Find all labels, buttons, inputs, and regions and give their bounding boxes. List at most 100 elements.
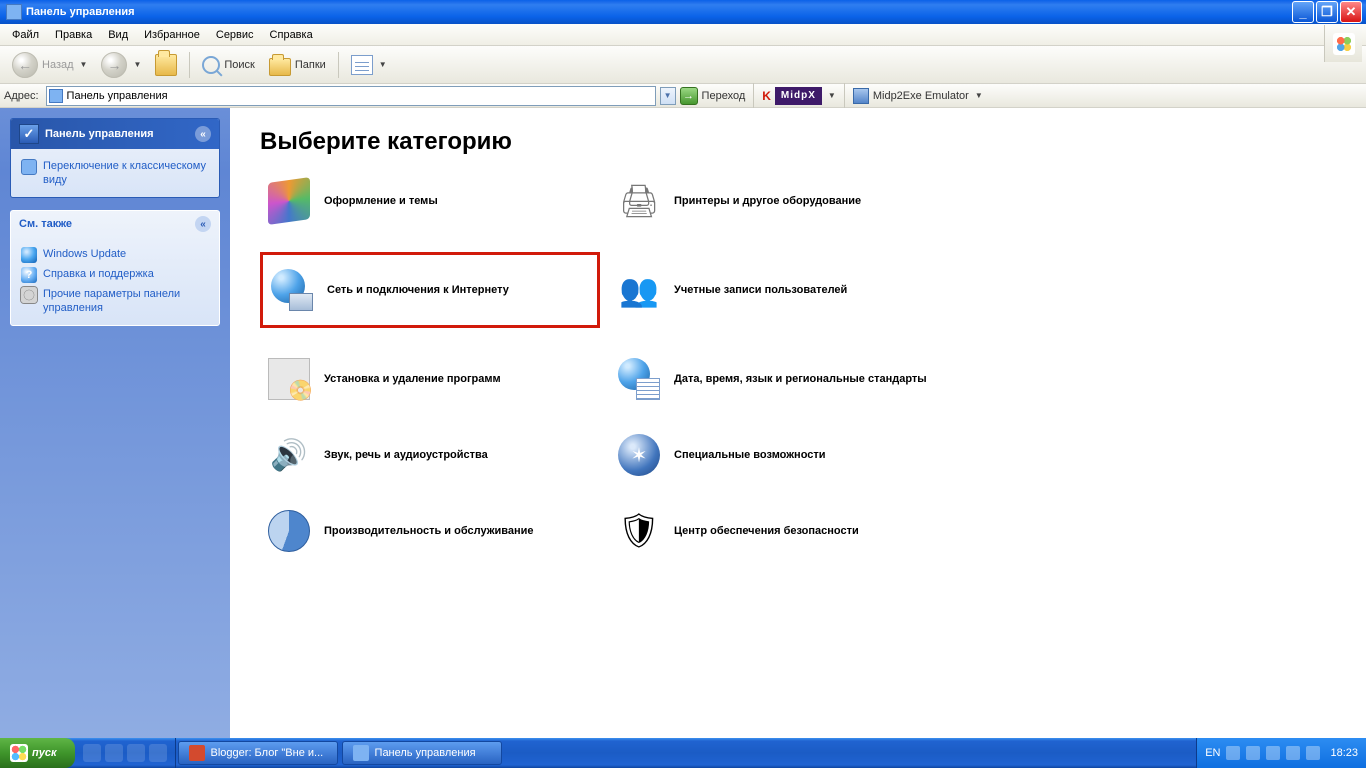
tray-icon[interactable]: [1246, 746, 1260, 760]
taskbar-item-label: Панель управления: [375, 747, 476, 759]
category-printers[interactable]: Принтеры и другое оборудование: [610, 176, 970, 226]
category-add-remove[interactable]: Установка и удаление программ: [260, 354, 600, 404]
category-sound[interactable]: Звук, речь и аудиоустройства: [260, 430, 600, 480]
collapse-icon[interactable]: «: [195, 126, 211, 142]
category-label: Принтеры и другое оборудование: [674, 195, 861, 207]
address-bar: Адрес: Панель управления ▼ → Переход K M…: [0, 84, 1366, 108]
views-button[interactable]: ▼: [345, 52, 393, 78]
start-button[interactable]: пуск: [0, 738, 75, 768]
collapse-icon[interactable]: «: [195, 216, 211, 232]
help-support-link[interactable]: ? Справка и поддержка: [21, 265, 209, 285]
category-label: Звук, речь и аудиоустройства: [324, 449, 488, 461]
control-panel-section-title: Панель управления: [45, 128, 154, 140]
tray-icon[interactable]: [1286, 746, 1300, 760]
category-accessibility[interactable]: ✶ Специальные возможности: [610, 430, 970, 480]
taskbar-item-blogger[interactable]: Blogger: Блог "Вне и...: [178, 741, 338, 765]
address-input[interactable]: Панель управления: [46, 86, 656, 106]
shield-icon: [618, 510, 660, 552]
tray-icon[interactable]: [1226, 746, 1240, 760]
emulator-dropdown-icon[interactable]: ▼: [975, 91, 983, 100]
search-button[interactable]: Поиск: [196, 53, 260, 77]
emulator-button[interactable]: Midp2Exe Emulator: [873, 90, 969, 102]
menu-tools[interactable]: Сервис: [208, 27, 262, 43]
category-performance[interactable]: Производительность и обслуживание: [260, 506, 600, 556]
windows-update-label: Windows Update: [43, 247, 126, 261]
maximize-button[interactable]: ❐: [1316, 1, 1338, 23]
category-label: Установка и удаление программ: [324, 373, 501, 385]
start-label: пуск: [32, 747, 57, 759]
folders-button[interactable]: Папки: [263, 51, 332, 79]
quick-launch-icon[interactable]: [83, 744, 101, 762]
windows-logo-icon: [10, 744, 28, 762]
window-title: Панель управления: [26, 6, 135, 18]
menu-help[interactable]: Справка: [262, 27, 321, 43]
page-heading: Выберите категорию: [260, 128, 1336, 156]
taskbar-item-label: Blogger: Блог "Вне и...: [211, 747, 324, 759]
address-dropdown-button[interactable]: ▼: [660, 87, 676, 105]
performance-icon: [268, 510, 310, 552]
category-users[interactable]: Учетные записи пользователей: [610, 252, 970, 328]
go-button-icon[interactable]: →: [680, 87, 698, 105]
appearance-icon: [268, 177, 310, 225]
windows-flag-throbber: [1324, 25, 1362, 62]
see-also-section: См. также « Windows Update ? Справка и п…: [10, 210, 220, 326]
see-also-header[interactable]: См. также «: [11, 211, 219, 237]
category-label: Оформление и темы: [324, 195, 438, 207]
forward-dropdown-icon[interactable]: ▼: [133, 60, 141, 69]
system-tray: EN 18:23: [1196, 738, 1366, 768]
forward-button[interactable]: → ▼: [95, 49, 147, 81]
taskbar-item-control-panel[interactable]: Панель управления: [342, 741, 502, 765]
category-date-time[interactable]: Дата, время, язык и региональные стандар…: [610, 354, 970, 404]
users-icon: [618, 269, 660, 311]
opera-icon: [189, 745, 205, 761]
tray-icon[interactable]: [1266, 746, 1280, 760]
emulator-icon: [853, 88, 869, 104]
menu-favorites[interactable]: Избранное: [136, 27, 208, 43]
menu-bar: Файл Правка Вид Избранное Сервис Справка: [0, 24, 1366, 46]
minimize-button[interactable]: _: [1292, 1, 1314, 23]
window-titlebar: Панель управления _ ❐ ✕: [0, 0, 1366, 24]
switch-to-classic-link[interactable]: Переключение к классическому виду: [21, 157, 209, 189]
see-also-title: См. также: [19, 218, 72, 230]
windows-logo-icon: [1333, 33, 1355, 55]
category-appearance[interactable]: Оформление и темы: [260, 176, 600, 226]
forward-arrow-icon: →: [101, 52, 127, 78]
midpx-toolbar-button[interactable]: MidpX: [775, 87, 822, 105]
up-button[interactable]: [149, 51, 183, 79]
menu-file[interactable]: Файл: [4, 27, 47, 43]
globe-icon: [21, 247, 37, 263]
folders-label: Папки: [295, 59, 326, 71]
category-network[interactable]: Сеть и подключения к Интернету: [260, 252, 600, 328]
control-panel-icon: [21, 159, 37, 175]
midpx-dropdown-icon[interactable]: ▼: [828, 91, 836, 100]
control-panel-icon: [6, 4, 22, 20]
language-indicator[interactable]: EN: [1205, 747, 1220, 759]
close-button[interactable]: ✕: [1340, 1, 1362, 23]
menu-edit[interactable]: Правка: [47, 27, 100, 43]
date-time-icon: [618, 358, 660, 400]
menu-view[interactable]: Вид: [100, 27, 136, 43]
control-panel-section-header[interactable]: ✓ Панель управления «: [11, 119, 219, 149]
category-label: Сеть и подключения к Интернету: [327, 284, 509, 296]
quick-launch-icon[interactable]: [149, 744, 167, 762]
toolbar-separator: [338, 52, 339, 78]
quick-launch-icon[interactable]: [127, 744, 145, 762]
quick-launch-icon[interactable]: [105, 744, 123, 762]
back-dropdown-icon[interactable]: ▼: [80, 60, 88, 69]
windows-update-link[interactable]: Windows Update: [21, 245, 209, 265]
help-support-label: Справка и поддержка: [43, 267, 154, 281]
back-button[interactable]: ← Назад ▼: [6, 49, 93, 81]
gear-icon: [21, 287, 37, 303]
volume-icon[interactable]: [1306, 746, 1320, 760]
go-button-label[interactable]: Переход: [702, 90, 746, 102]
content-area: Выберите категорию Оформление и темы При…: [230, 108, 1366, 738]
other-settings-link[interactable]: Прочие параметры панели управления: [21, 285, 209, 317]
views-dropdown-icon: ▼: [379, 60, 387, 69]
clock[interactable]: 18:23: [1330, 747, 1358, 759]
category-label: Производительность и обслуживание: [324, 525, 534, 537]
toolbar-separator: [189, 52, 190, 78]
views-icon: [351, 55, 373, 75]
category-security[interactable]: Центр обеспечения безопасности: [610, 506, 970, 556]
search-icon: [202, 56, 220, 74]
navigation-toolbar: ← Назад ▼ → ▼ Поиск Папки ▼: [0, 46, 1366, 84]
